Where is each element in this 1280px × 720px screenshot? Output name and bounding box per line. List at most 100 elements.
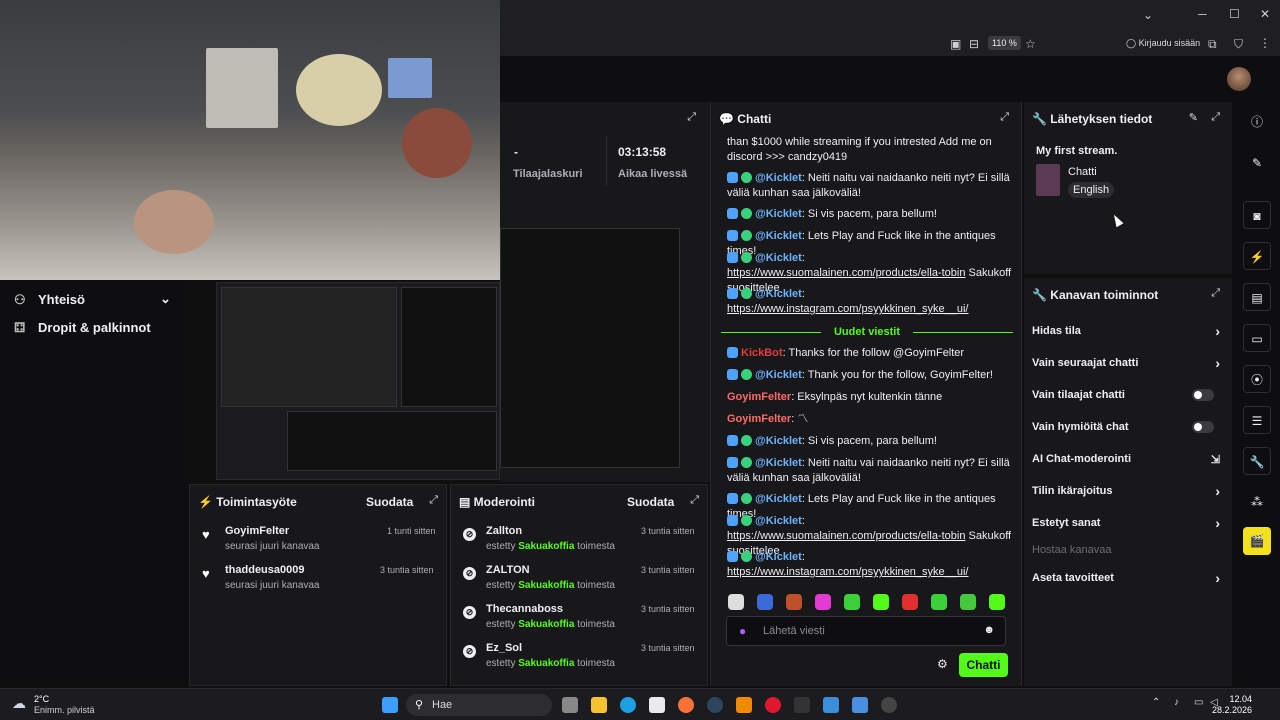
clapper-icon[interactable]: 🎬 <box>1243 527 1271 555</box>
chat-input[interactable]: ● Lähetä viesti ☻ <box>726 616 1006 646</box>
weather-description[interactable]: Enimm. pilvistä <box>34 705 95 715</box>
microphone-icon[interactable]: ♪ <box>1174 697 1179 708</box>
tray-chevron-up-icon[interactable]: ⌃ <box>1152 697 1160 708</box>
action-age-restriction[interactable]: Tilin ikärajoitus › <box>1032 483 1224 499</box>
nodes-icon[interactable]: ⁂ <box>1243 488 1271 516</box>
expand-icon[interactable]: ⤢ <box>429 494 438 507</box>
file-explorer-icon[interactable] <box>591 697 607 713</box>
task-view-icon[interactable] <box>562 697 578 713</box>
emote-ghost-icon[interactable] <box>728 594 744 610</box>
broadcast-icon[interactable]: ⦿ <box>1243 365 1271 393</box>
extensions-icon[interactable]: ⧉ <box>1208 38 1217 50</box>
login-button[interactable]: ◯ Kirjaudu sisään <box>1126 36 1200 50</box>
steam-icon[interactable] <box>707 697 723 713</box>
settings-gear-icon[interactable]: ⚙ <box>937 657 948 671</box>
emote-pink-icon[interactable] <box>815 594 831 610</box>
chat-username[interactable]: @Kicklet <box>755 551 802 563</box>
emote-green-icon[interactable] <box>931 594 947 610</box>
chat-username[interactable]: @Kicklet <box>755 252 802 264</box>
obs-icon[interactable] <box>881 697 897 713</box>
filter-button[interactable]: Suodata <box>366 495 413 509</box>
emote-green-icon[interactable] <box>989 594 1005 610</box>
tab-list-chevron-icon[interactable]: ⌄ <box>1143 9 1153 21</box>
maximize-button[interactable]: ☐ <box>1229 8 1240 20</box>
edit-pencil-icon[interactable]: ✎ <box>1243 149 1271 177</box>
edge-browser-icon[interactable] <box>620 697 636 713</box>
emote-green-icon[interactable] <box>844 594 860 610</box>
filter-button[interactable]: Suodata <box>627 495 674 509</box>
panels-icon[interactable]: ☰ <box>1243 406 1271 434</box>
expand-icon[interactable]: ⤢ <box>1000 111 1009 124</box>
moderator-name[interactable]: Sakuakoffia <box>518 658 574 669</box>
weather-cloud-icon[interactable]: ☁ <box>12 695 26 712</box>
emote-robot-icon[interactable] <box>757 594 773 610</box>
chat-bubble-icon[interactable]: ▭ <box>1243 324 1271 352</box>
chat-username[interactable]: @Kicklet <box>755 369 802 381</box>
windows-start-icon[interactable] <box>382 697 398 713</box>
emote-red-icon[interactable] <box>902 594 918 610</box>
expand-icon[interactable]: ⤢ <box>1211 287 1220 300</box>
moderator-name[interactable]: Sakuakoffia <box>518 580 574 591</box>
lightning-icon[interactable]: ⚡ <box>1243 242 1271 270</box>
action-ai-moderation[interactable]: AI Chat-moderointi ⇲ <box>1032 453 1224 466</box>
activity-username[interactable]: thaddeusa0009 <box>225 564 304 576</box>
chat-username[interactable]: @Kicklet <box>755 515 802 527</box>
chat-username[interactable]: KickBot <box>741 347 783 359</box>
chat-username[interactable]: GoyimFelter <box>727 413 791 425</box>
chat-username[interactable]: @Kicklet <box>755 172 802 184</box>
chat-username[interactable]: @Kicklet <box>755 457 802 469</box>
expand-icon[interactable]: ⤢ <box>1211 111 1220 124</box>
emote-green-icon[interactable] <box>960 594 976 610</box>
expand-icon[interactable]: ⤢ <box>687 111 696 124</box>
weather-temp[interactable]: 2°C <box>34 694 49 704</box>
moderator-name[interactable]: Sakuakoffia <box>518 541 574 552</box>
taskbar-search[interactable]: ⚲ Hae <box>406 694 552 716</box>
moderator-name[interactable]: Sakuakoffia <box>518 619 574 630</box>
banned-username[interactable]: Ez_Sol <box>486 642 522 654</box>
banned-username[interactable]: Thecannaboss <box>486 603 563 615</box>
banned-username[interactable]: Zallton <box>486 525 522 537</box>
paint-icon[interactable] <box>823 697 839 713</box>
store-icon[interactable] <box>649 697 665 713</box>
info-icon[interactable]: ⓘ <box>1243 108 1271 136</box>
vlc-icon[interactable] <box>736 697 752 713</box>
message-link[interactable]: https://www.instagram.com/psyykkinen_syk… <box>727 303 969 315</box>
activity-username[interactable]: GoyimFelter <box>225 525 289 537</box>
nav-item-community[interactable]: ⚇ Yhteisö ⌄ <box>14 291 171 308</box>
action-followers-only[interactable]: Vain seuraajat chatti › <box>1032 355 1224 371</box>
expand-icon[interactable]: ⤢ <box>690 494 699 507</box>
message-link[interactable]: https://www.instagram.com/psyykkinen_syk… <box>727 566 969 578</box>
message-link[interactable]: https://www.suomalainen.com/products/ell… <box>727 267 965 279</box>
action-blocked-words[interactable]: Estetyt sanat › <box>1032 515 1224 531</box>
action-slow-mode[interactable]: Hidas tila › <box>1032 323 1224 339</box>
volume-icon[interactable]: ◁ <box>1210 697 1218 708</box>
microphone-icon[interactable]: ● <box>739 624 746 638</box>
close-button[interactable]: ✕ <box>1260 8 1270 20</box>
zoom-level[interactable]: 110 % <box>988 36 1021 50</box>
network-icon[interactable]: ▭ <box>1194 697 1203 708</box>
chevron-down-icon[interactable]: ⌄ <box>160 291 171 307</box>
notepad-icon[interactable] <box>852 697 868 713</box>
install-app-icon[interactable]: ⊟ <box>969 38 979 50</box>
action-set-goals[interactable]: Aseta tavoitteet › <box>1032 570 1224 586</box>
emote-face-icon[interactable] <box>786 594 802 610</box>
chat-username[interactable]: @Kicklet <box>755 208 802 220</box>
shield-icon[interactable]: ⛉ <box>1234 38 1243 50</box>
nav-item-drops[interactable]: ⚃ Dropit & palkinnot <box>14 320 151 336</box>
subscribers-only-toggle[interactable] <box>1192 389 1214 401</box>
message-link[interactable]: https://www.suomalainen.com/products/ell… <box>727 530 965 542</box>
menu-dots-icon[interactable]: ⋮ <box>1259 37 1271 49</box>
chat-username[interactable]: @Kicklet <box>755 435 802 447</box>
chat-username[interactable]: @Kicklet <box>755 288 802 300</box>
emote-only-toggle[interactable] <box>1192 421 1214 433</box>
avatar[interactable] <box>1227 67 1251 91</box>
favorite-star-icon[interactable]: ☆ <box>1025 38 1036 50</box>
picture-in-picture-icon[interactable]: ▣ <box>950 38 961 50</box>
camera-icon[interactable]: ◙ <box>1243 201 1271 229</box>
minimize-button[interactable]: ─ <box>1198 8 1207 20</box>
opera-icon[interactable] <box>765 697 781 713</box>
banned-username[interactable]: ZALTON <box>486 564 530 576</box>
chat-username[interactable]: GoyimFelter <box>727 391 791 403</box>
wrench-icon[interactable]: 🔧 <box>1243 447 1271 475</box>
edit-pencil-icon[interactable]: ✎ <box>1189 111 1198 124</box>
